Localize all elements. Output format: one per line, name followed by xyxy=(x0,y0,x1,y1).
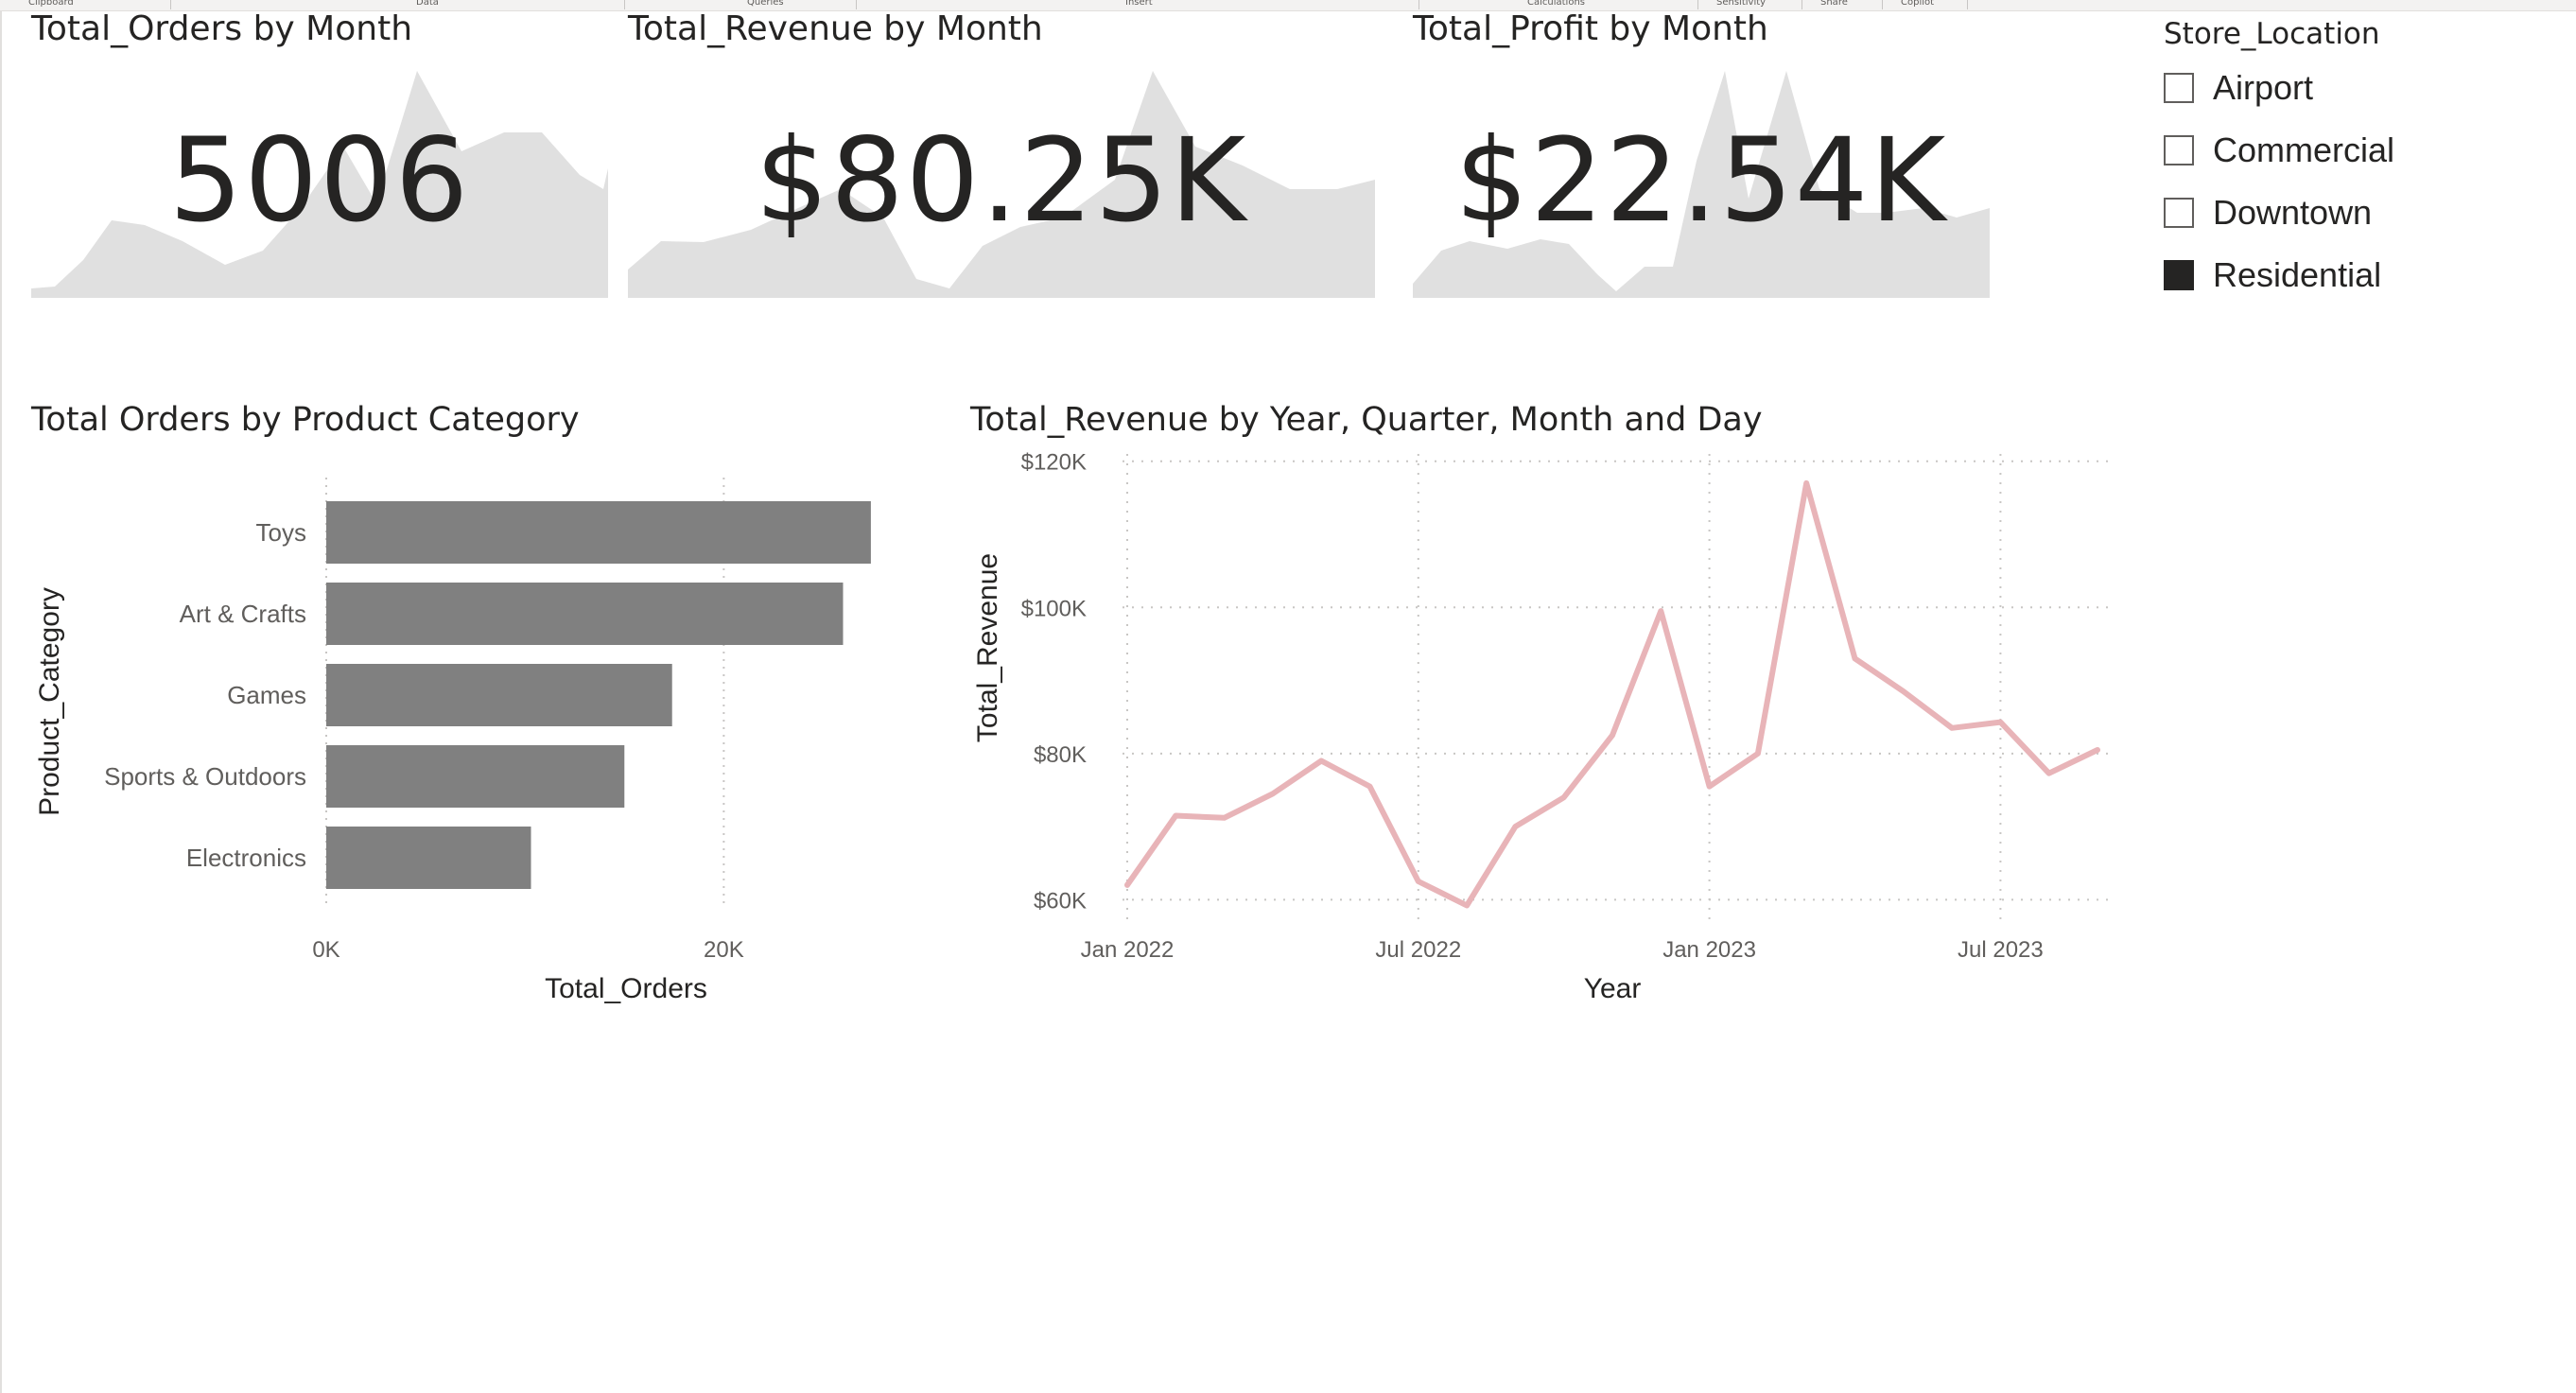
category-label: Games xyxy=(227,681,306,709)
bar[interactable] xyxy=(326,501,871,564)
kpi-value-revenue: $80.25K xyxy=(755,113,1248,248)
x-tick-label: 0K xyxy=(312,937,339,963)
kpi-card-orders[interactable]: Total_Orders by Month 5006 xyxy=(31,9,608,298)
checkbox[interactable] xyxy=(2164,198,2194,228)
slicer-option-downtown[interactable]: Downtown xyxy=(2164,189,2372,236)
bar[interactable] xyxy=(326,664,672,726)
slicer-option-airport[interactable]: Airport xyxy=(2164,64,2313,112)
x-tick-label: Jul 2023 xyxy=(1958,937,2044,963)
ribbon-separator xyxy=(1882,0,1883,9)
y-axis-title: Total_Revenue xyxy=(972,553,1003,742)
bar[interactable] xyxy=(326,583,844,645)
store-location-slicer[interactable]: Store_Location Airport Commercial Downto… xyxy=(2164,17,2523,301)
card-title-profit: Total_Profit by Month xyxy=(1413,9,1768,48)
ribbon-separator xyxy=(1801,0,1802,9)
category-label: Art & Crafts xyxy=(180,600,306,628)
ribbon-separator xyxy=(1697,0,1698,9)
ribbon-group-share[interactable]: Share xyxy=(1820,0,1848,8)
x-axis-title: Total_Orders xyxy=(545,973,707,1004)
bar-chart-title: Total Orders by Product Category xyxy=(31,401,580,439)
ribbon-separator xyxy=(170,0,171,9)
checkbox[interactable] xyxy=(2164,260,2194,290)
ribbon-separator xyxy=(856,0,857,9)
ribbon-group-calculations[interactable]: Calculations xyxy=(1527,0,1585,8)
kpi-value-orders: 5006 xyxy=(168,113,471,248)
revenue-trend-line-chart[interactable]: $60K $80K $100K $120K Jan 2022 Jul 2022 Jan 20… xyxy=(946,444,2137,1031)
card-title-orders: Total_Orders by Month xyxy=(31,9,413,48)
ribbon-group-queries[interactable]: Queries xyxy=(747,0,784,8)
bar[interactable] xyxy=(326,745,625,808)
x-tick-label: 20K xyxy=(704,937,744,963)
checkbox[interactable] xyxy=(2164,135,2194,165)
category-label: Sports & Outdoors xyxy=(104,762,306,791)
ribbon-group-insert[interactable]: Insert xyxy=(1125,0,1153,8)
y-axis-title: Product_Category xyxy=(34,587,65,816)
ribbon-separator xyxy=(624,0,625,9)
ribbon-separator xyxy=(1967,0,1968,9)
slicer-option-residential[interactable]: Residential xyxy=(2164,252,2381,299)
orders-by-category-bar-chart[interactable]: 0K 20K Toys Art & Crafts Games Sports & Outdo… xyxy=(0,454,946,1021)
y-tick-label: $80K xyxy=(1034,742,1087,768)
x-axis-title: Year xyxy=(1584,973,1642,1004)
slicer-option-label: Downtown xyxy=(2213,193,2373,232)
slicer-option-label: Residential xyxy=(2213,255,2382,294)
card-title-revenue: Total_Revenue by Month xyxy=(628,9,1043,48)
slicer-option-label: Airport xyxy=(2213,68,2314,107)
ribbon-group-sensitivity[interactable]: Sensitivity xyxy=(1716,0,1766,8)
y-tick-label: $100K xyxy=(1021,596,1087,621)
category-label: Electronics xyxy=(186,844,306,872)
kpi-card-profit[interactable]: Total_Profit by Month $22.54K xyxy=(1413,9,1990,298)
slicer-option-commercial[interactable]: Commercial xyxy=(2164,127,2394,174)
slicer-title: Store_Location xyxy=(2164,17,2380,51)
revenue-line[interactable] xyxy=(1124,479,2100,909)
y-tick-label: $120K xyxy=(1021,450,1087,476)
ribbon-group-copilot[interactable]: Copilot xyxy=(1901,0,1934,8)
checkbox[interactable] xyxy=(2164,73,2194,103)
kpi-card-revenue[interactable]: Total_Revenue by Month $80.25K xyxy=(628,9,1375,298)
ribbon-group-data[interactable]: Data xyxy=(416,0,439,8)
bar[interactable] xyxy=(326,827,531,889)
x-tick-label: Jan 2023 xyxy=(1662,937,1756,963)
y-tick-label: $60K xyxy=(1034,888,1087,914)
slicer-option-label: Commercial xyxy=(2213,131,2395,169)
line-chart-title: Total_Revenue by Year, Quarter, Month an… xyxy=(970,401,1763,439)
x-tick-label: Jan 2022 xyxy=(1081,937,1175,963)
x-tick-label: Jul 2022 xyxy=(1375,937,1461,963)
category-label: Toys xyxy=(256,518,306,547)
kpi-value-profit: $22.54K xyxy=(1454,113,1948,248)
ribbon-group-clipboard[interactable]: Clipboard xyxy=(28,0,74,8)
